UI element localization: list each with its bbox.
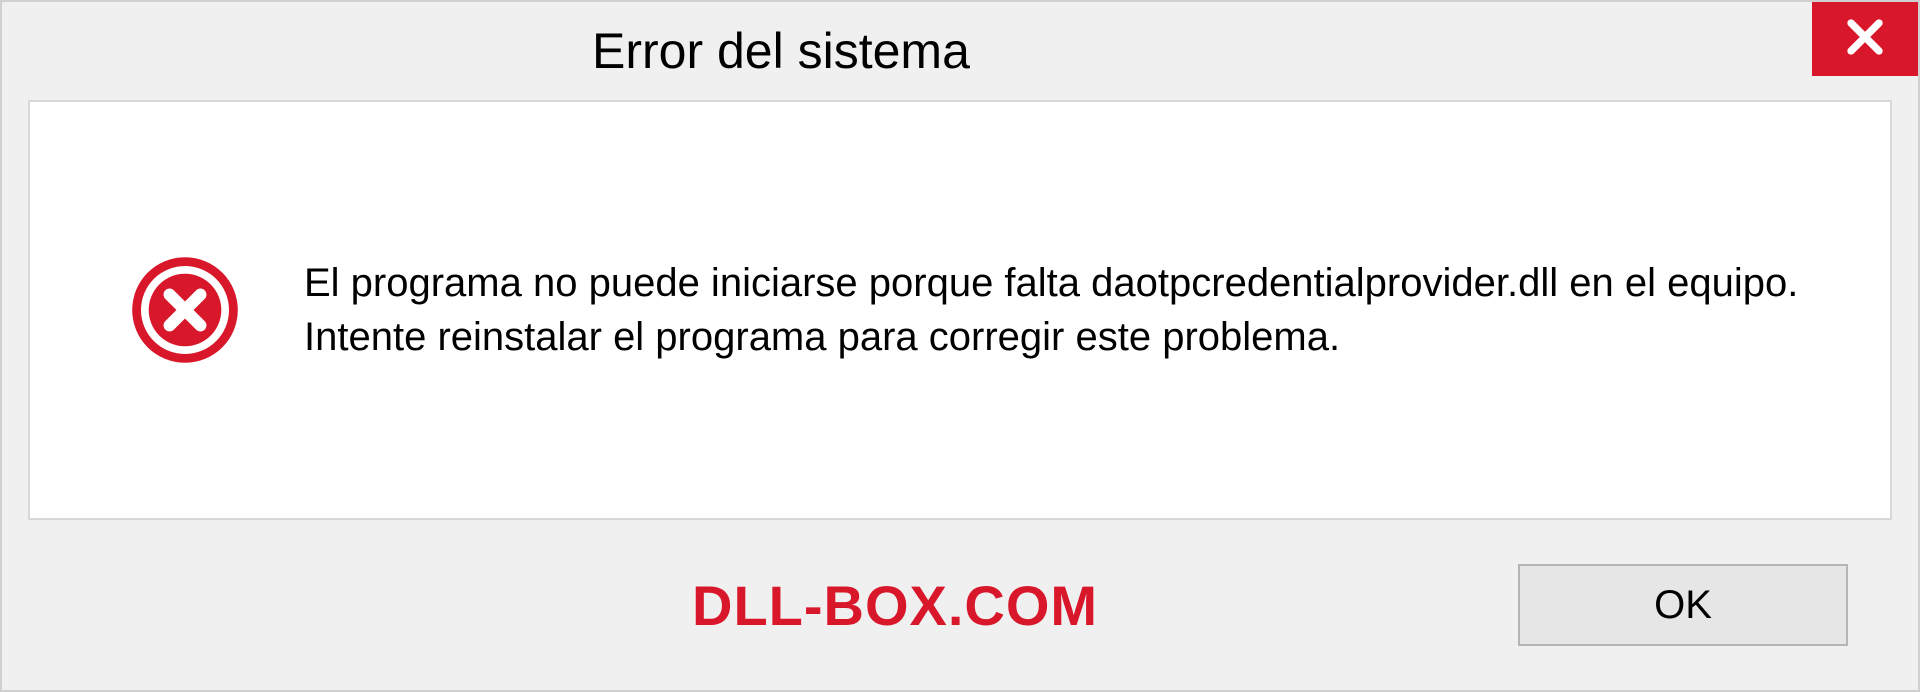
watermark-text: DLL-BOX.COM <box>692 573 1098 638</box>
footer: DLL-BOX.COM OK <box>2 520 1918 690</box>
dialog-title: Error del sistema <box>592 22 970 80</box>
close-button[interactable] <box>1812 2 1918 76</box>
error-icon <box>130 255 240 365</box>
close-icon <box>1844 16 1886 63</box>
error-message: El programa no puede iniciarse porque fa… <box>304 256 1804 364</box>
ok-button[interactable]: OK <box>1518 564 1848 646</box>
titlebar: Error del sistema <box>2 2 1918 100</box>
content-panel: El programa no puede iniciarse porque fa… <box>28 100 1892 520</box>
